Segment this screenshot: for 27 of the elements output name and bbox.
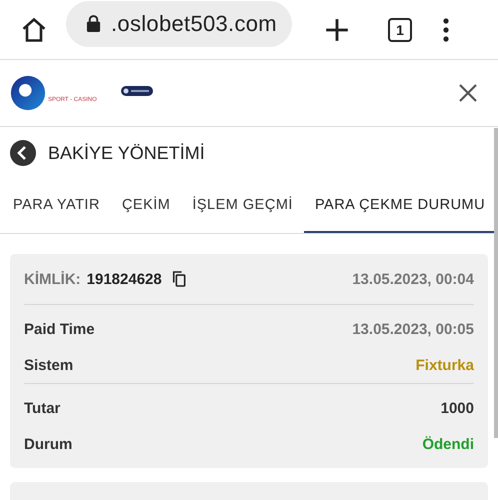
tab[interactable]: İŞLEM GEÇMİ bbox=[181, 179, 304, 233]
field-label: Sistem bbox=[24, 356, 74, 374]
tab-count-button[interactable]: 1 bbox=[388, 18, 412, 42]
page-title: BAKİYE YÖNETİMİ bbox=[48, 142, 205, 164]
home-icon[interactable] bbox=[20, 16, 48, 44]
lock-icon bbox=[86, 15, 101, 32]
field-value: Fixturka bbox=[416, 356, 474, 374]
copy-icon[interactable] bbox=[172, 271, 186, 287]
address-bar[interactable]: .oslobet503.com bbox=[66, 0, 292, 46]
tab[interactable]: PARA YATIR bbox=[2, 179, 111, 233]
field-value: Ödendi bbox=[422, 436, 474, 452]
badge-icon bbox=[120, 86, 153, 96]
field-value: 13.05.2023, 00:05 bbox=[352, 320, 474, 338]
field-label: Paid Time bbox=[24, 320, 95, 338]
id-value: 191824628 bbox=[86, 270, 162, 288]
field-value: 1000 bbox=[440, 400, 474, 416]
url-text: .oslobet503.com bbox=[111, 10, 277, 36]
field-label: Tutar bbox=[24, 400, 60, 416]
back-icon[interactable] bbox=[10, 140, 36, 166]
tab[interactable]: ÇEKİM bbox=[110, 179, 182, 233]
plus-icon[interactable] bbox=[324, 16, 350, 42]
logo-icon bbox=[10, 75, 46, 111]
close-icon[interactable] bbox=[458, 83, 478, 103]
id-label: KİMLİK: bbox=[24, 270, 81, 288]
date-text: 13.05.2023, 00:04 bbox=[352, 270, 474, 288]
field-label: Durum bbox=[24, 436, 72, 452]
more-icon[interactable] bbox=[442, 18, 450, 42]
